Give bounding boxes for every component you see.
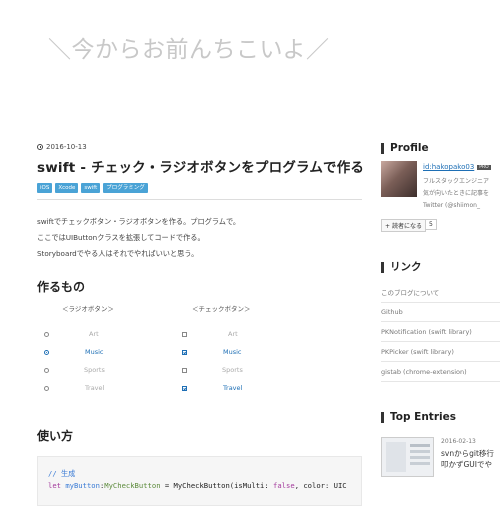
code-keyword: let — [48, 481, 66, 490]
post-date: 2016-10-13 — [37, 143, 362, 151]
tag-ios[interactable]: iOS — [37, 183, 53, 193]
profile-desc-line: 気が向いたときに記事を — [423, 190, 490, 197]
intro-paragraph: swiftでチェックボタン・ラジオボタンを作る。プログラムで。 ここではUIBu… — [37, 214, 362, 262]
profile-name-link[interactable]: id:hakopako03 PRO — [423, 163, 491, 171]
code-line: let myButton:MyCheckButton = MyCheckButt… — [48, 480, 361, 492]
tag-list: iOS Xcode swift プログラミング — [37, 183, 362, 193]
code-tail: , color: UIC — [294, 481, 347, 490]
top-entry-date: 2016-02-13 — [441, 438, 476, 445]
intro-line: Storyboardでやる人はそれでやればいいと思う。 — [37, 249, 199, 258]
intro-line: swiftでチェックボタン・ラジオボタンを作る。プログラムで。 — [37, 217, 241, 226]
link-gistab[interactable]: gistab (chrome-extension) — [381, 368, 500, 382]
tag-xcode[interactable]: Xcode — [55, 183, 79, 193]
tag-swift[interactable]: swift — [81, 183, 101, 193]
top-entry-title[interactable]: svnからgit移行 叩かずGUIでや — [441, 448, 494, 470]
radio-label-music: Music — [85, 348, 104, 356]
checkbox-travel[interactable] — [182, 386, 187, 391]
checkbox-art[interactable] — [182, 332, 187, 337]
code-text: = MyCheckButton(isMulti: — [160, 481, 274, 490]
subscriber-count: 5 — [425, 219, 437, 230]
intro-line: ここではUIButtonクラスを拡張してコードで作る。 — [37, 233, 205, 242]
radio-travel[interactable] — [44, 386, 49, 391]
post-title[interactable]: swift - チェック・ラジオボタンをプログラムで作る — [37, 156, 364, 176]
profile-name[interactable]: id:hakopako03 — [423, 163, 474, 171]
tag-programming[interactable]: プログラミング — [103, 183, 148, 193]
link-about[interactable]: このブログについて — [381, 287, 500, 303]
radio-label-art: Art — [89, 330, 99, 338]
avatar[interactable] — [381, 161, 417, 197]
section-heading-make: 作るもの — [37, 280, 86, 294]
plus-icon: + — [385, 223, 392, 230]
radio-art[interactable] — [44, 332, 49, 337]
post-date-text: 2016-10-13 — [46, 143, 87, 151]
checkbox-sports[interactable] — [182, 368, 187, 373]
code-block: // 生成 let myButton:MyCheckButton = MyChe… — [37, 456, 362, 506]
top-entries-heading: Top Entries — [381, 412, 456, 423]
radio-header: ＜ラジオボタン＞ — [62, 305, 114, 313]
code-variable: myButton — [65, 481, 100, 490]
check-header: ＜チェックボタン＞ — [192, 305, 251, 313]
top-entry-title-line[interactable]: 叩かずGUIでや — [441, 459, 494, 470]
profile-desc-line: フルスタックエンジニア — [423, 178, 490, 185]
subscribe-button[interactable]: + 読者になる — [381, 219, 426, 232]
checkbox-music[interactable] — [182, 350, 187, 355]
links-heading: リンク — [381, 262, 422, 273]
check-label-travel: Travel — [223, 384, 243, 392]
profile-desc-line: Twitter (@shiimon_ — [423, 202, 480, 209]
code-type: MyCheckButton — [104, 481, 161, 490]
profile-description: フルスタックエンジニア 気が向いたときに記事を Twitter (@shiimo… — [423, 176, 489, 212]
code-comment: // 生成 — [48, 469, 76, 478]
check-label-music: Music — [223, 348, 242, 356]
article: 2016-10-13 swift - チェック・ラジオボタンをプログラムで作る … — [37, 143, 364, 444]
top-entry-thumbnail[interactable] — [381, 437, 434, 477]
radio-music[interactable] — [44, 350, 49, 355]
divider — [37, 199, 362, 200]
blog-title[interactable]: ＼今からお前んちこいよ／ — [48, 30, 330, 64]
subscribe-label: 読者になる — [391, 223, 422, 230]
radio-label-travel: Travel — [85, 384, 105, 392]
check-label-art: Art — [228, 330, 238, 338]
link-pknotification[interactable]: PKNotification (swift library) — [381, 328, 500, 342]
pro-badge: PRO — [477, 164, 491, 170]
button-demo: ＜ラジオボタン＞ ＜チェックボタン＞ Art Music Sports Trav… — [37, 303, 362, 413]
profile-heading: Profile — [381, 143, 500, 154]
section-heading-usage: 使い方 — [37, 429, 74, 443]
radio-sports[interactable] — [44, 368, 49, 373]
sidebar: Profile id:hakopako03 PRO フルスタックエンジニア 気が向… — [381, 143, 500, 477]
check-label-sports: Sports — [222, 366, 243, 374]
link-github[interactable]: Github — [381, 308, 500, 322]
link-pkpicker[interactable]: PKPicker (swift library) — [381, 348, 500, 362]
code-false: false — [273, 481, 295, 490]
top-entry-title-line[interactable]: svnからgit移行 — [441, 448, 494, 459]
clock-icon — [37, 144, 43, 150]
radio-label-sports: Sports — [84, 366, 105, 374]
